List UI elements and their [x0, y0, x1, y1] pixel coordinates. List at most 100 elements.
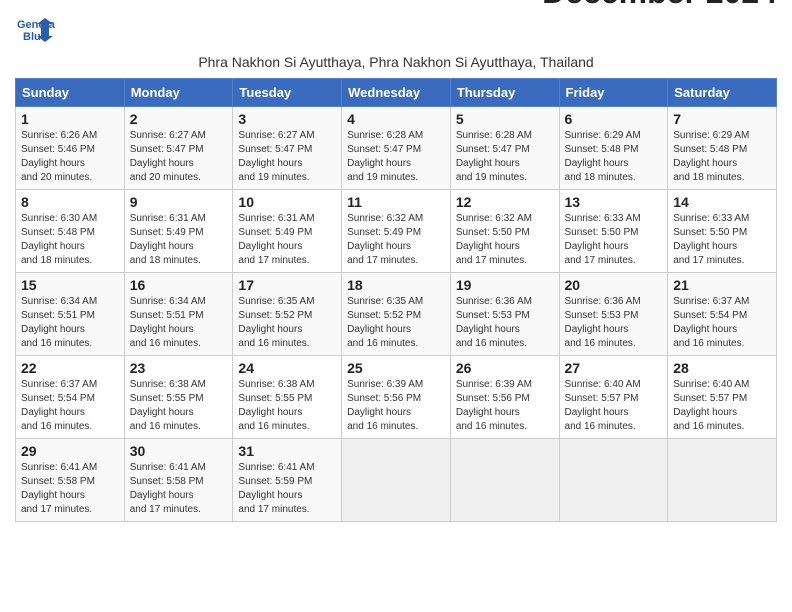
logo-icon: General Blue [15, 10, 55, 50]
day-info: Sunrise: 6:28 AM Sunset: 5:47 PM Dayligh… [347, 129, 445, 185]
day-info: Sunrise: 6:39 AM Sunset: 5:56 PM Dayligh… [456, 378, 554, 434]
day-info: Sunrise: 6:35 AM Sunset: 5:52 PM Dayligh… [347, 295, 445, 351]
day-info: Sunrise: 6:38 AM Sunset: 5:55 PM Dayligh… [130, 378, 228, 434]
calendar-cell: 7 Sunrise: 6:29 AM Sunset: 5:48 PM Dayli… [668, 107, 777, 190]
day-info: Sunrise: 6:37 AM Sunset: 5:54 PM Dayligh… [21, 378, 119, 434]
day-info: Sunrise: 6:26 AM Sunset: 5:46 PM Dayligh… [21, 129, 119, 185]
day-number: 19 [456, 277, 554, 293]
calendar-cell: 18 Sunrise: 6:35 AM Sunset: 5:52 PM Dayl… [342, 273, 451, 356]
day-info: Sunrise: 6:41 AM Sunset: 5:59 PM Dayligh… [238, 461, 336, 517]
day-number: 25 [347, 360, 445, 376]
calendar-cell: 28 Sunrise: 6:40 AM Sunset: 5:57 PM Dayl… [668, 356, 777, 439]
weekday-header-saturday: Saturday [668, 79, 777, 107]
calendar-cell: 3 Sunrise: 6:27 AM Sunset: 5:47 PM Dayli… [233, 107, 342, 190]
calendar-cell: 19 Sunrise: 6:36 AM Sunset: 5:53 PM Dayl… [450, 273, 559, 356]
day-info: Sunrise: 6:36 AM Sunset: 5:53 PM Dayligh… [456, 295, 554, 351]
day-number: 6 [565, 111, 663, 127]
day-info: Sunrise: 6:33 AM Sunset: 5:50 PM Dayligh… [673, 212, 771, 268]
day-number: 30 [130, 443, 228, 459]
day-number: 23 [130, 360, 228, 376]
weekday-header-friday: Friday [559, 79, 668, 107]
day-number: 7 [673, 111, 771, 127]
calendar-cell: 24 Sunrise: 6:38 AM Sunset: 5:55 PM Dayl… [233, 356, 342, 439]
day-number: 4 [347, 111, 445, 127]
day-number: 15 [21, 277, 119, 293]
day-info: Sunrise: 6:28 AM Sunset: 5:47 PM Dayligh… [456, 129, 554, 185]
calendar-week-row: 1 Sunrise: 6:26 AM Sunset: 5:46 PM Dayli… [16, 107, 777, 190]
day-info: Sunrise: 6:31 AM Sunset: 5:49 PM Dayligh… [130, 212, 228, 268]
day-info: Sunrise: 6:30 AM Sunset: 5:48 PM Dayligh… [21, 212, 119, 268]
calendar-cell: 5 Sunrise: 6:28 AM Sunset: 5:47 PM Dayli… [450, 107, 559, 190]
calendar-cell [342, 439, 451, 522]
day-info: Sunrise: 6:40 AM Sunset: 5:57 PM Dayligh… [565, 378, 663, 434]
day-number: 2 [130, 111, 228, 127]
day-number: 18 [347, 277, 445, 293]
calendar-cell: 2 Sunrise: 6:27 AM Sunset: 5:47 PM Dayli… [124, 107, 233, 190]
day-number: 14 [673, 194, 771, 210]
header: General Blue December 2024 [15, 10, 777, 50]
calendar-cell: 25 Sunrise: 6:39 AM Sunset: 5:56 PM Dayl… [342, 356, 451, 439]
day-info: Sunrise: 6:31 AM Sunset: 5:49 PM Dayligh… [238, 212, 336, 268]
calendar-cell: 9 Sunrise: 6:31 AM Sunset: 5:49 PM Dayli… [124, 190, 233, 273]
day-number: 29 [21, 443, 119, 459]
day-info: Sunrise: 6:29 AM Sunset: 5:48 PM Dayligh… [565, 129, 663, 185]
calendar-cell: 10 Sunrise: 6:31 AM Sunset: 5:49 PM Dayl… [233, 190, 342, 273]
calendar-table: SundayMondayTuesdayWednesdayThursdayFrid… [15, 78, 777, 522]
calendar-cell: 20 Sunrise: 6:36 AM Sunset: 5:53 PM Dayl… [559, 273, 668, 356]
calendar-cell: 23 Sunrise: 6:38 AM Sunset: 5:55 PM Dayl… [124, 356, 233, 439]
svg-text:General: General [17, 19, 55, 31]
weekday-header-monday: Monday [124, 79, 233, 107]
calendar-week-row: 22 Sunrise: 6:37 AM Sunset: 5:54 PM Dayl… [16, 356, 777, 439]
day-number: 17 [238, 277, 336, 293]
weekday-header-tuesday: Tuesday [233, 79, 342, 107]
day-info: Sunrise: 6:32 AM Sunset: 5:50 PM Dayligh… [456, 212, 554, 268]
day-info: Sunrise: 6:35 AM Sunset: 5:52 PM Dayligh… [238, 295, 336, 351]
day-info: Sunrise: 6:41 AM Sunset: 5:58 PM Dayligh… [130, 461, 228, 517]
calendar-cell: 16 Sunrise: 6:34 AM Sunset: 5:51 PM Dayl… [124, 273, 233, 356]
day-info: Sunrise: 6:32 AM Sunset: 5:49 PM Dayligh… [347, 212, 445, 268]
day-number: 27 [565, 360, 663, 376]
day-info: Sunrise: 6:34 AM Sunset: 5:51 PM Dayligh… [130, 295, 228, 351]
calendar-cell: 26 Sunrise: 6:39 AM Sunset: 5:56 PM Dayl… [450, 356, 559, 439]
calendar-cell: 29 Sunrise: 6:41 AM Sunset: 5:58 PM Dayl… [16, 439, 125, 522]
location-title: Phra Nakhon Si Ayutthaya, Phra Nakhon Si… [15, 54, 777, 70]
day-number: 24 [238, 360, 336, 376]
calendar-cell: 27 Sunrise: 6:40 AM Sunset: 5:57 PM Dayl… [559, 356, 668, 439]
calendar-cell [668, 439, 777, 522]
day-number: 10 [238, 194, 336, 210]
day-number: 31 [238, 443, 336, 459]
calendar-cell: 31 Sunrise: 6:41 AM Sunset: 5:59 PM Dayl… [233, 439, 342, 522]
calendar-cell: 30 Sunrise: 6:41 AM Sunset: 5:58 PM Dayl… [124, 439, 233, 522]
day-info: Sunrise: 6:40 AM Sunset: 5:57 PM Dayligh… [673, 378, 771, 434]
calendar-cell [450, 439, 559, 522]
calendar-cell: 13 Sunrise: 6:33 AM Sunset: 5:50 PM Dayl… [559, 190, 668, 273]
calendar-week-row: 15 Sunrise: 6:34 AM Sunset: 5:51 PM Dayl… [16, 273, 777, 356]
day-info: Sunrise: 6:29 AM Sunset: 5:48 PM Dayligh… [673, 129, 771, 185]
day-number: 5 [456, 111, 554, 127]
calendar-week-row: 29 Sunrise: 6:41 AM Sunset: 5:58 PM Dayl… [16, 439, 777, 522]
day-number: 8 [21, 194, 119, 210]
day-number: 9 [130, 194, 228, 210]
weekday-header-thursday: Thursday [450, 79, 559, 107]
day-number: 22 [21, 360, 119, 376]
day-info: Sunrise: 6:36 AM Sunset: 5:53 PM Dayligh… [565, 295, 663, 351]
day-info: Sunrise: 6:34 AM Sunset: 5:51 PM Dayligh… [21, 295, 119, 351]
calendar-cell: 17 Sunrise: 6:35 AM Sunset: 5:52 PM Dayl… [233, 273, 342, 356]
calendar-cell: 15 Sunrise: 6:34 AM Sunset: 5:51 PM Dayl… [16, 273, 125, 356]
day-number: 12 [456, 194, 554, 210]
day-number: 26 [456, 360, 554, 376]
calendar-cell: 22 Sunrise: 6:37 AM Sunset: 5:54 PM Dayl… [16, 356, 125, 439]
calendar-cell: 14 Sunrise: 6:33 AM Sunset: 5:50 PM Dayl… [668, 190, 777, 273]
weekday-header-wednesday: Wednesday [342, 79, 451, 107]
calendar-cell: 12 Sunrise: 6:32 AM Sunset: 5:50 PM Dayl… [450, 190, 559, 273]
day-info: Sunrise: 6:37 AM Sunset: 5:54 PM Dayligh… [673, 295, 771, 351]
calendar-week-row: 8 Sunrise: 6:30 AM Sunset: 5:48 PM Dayli… [16, 190, 777, 273]
day-number: 1 [21, 111, 119, 127]
day-number: 20 [565, 277, 663, 293]
day-number: 11 [347, 194, 445, 210]
month-title: December 2024 [542, 0, 777, 11]
day-info: Sunrise: 6:27 AM Sunset: 5:47 PM Dayligh… [130, 129, 228, 185]
calendar-cell: 21 Sunrise: 6:37 AM Sunset: 5:54 PM Dayl… [668, 273, 777, 356]
day-number: 16 [130, 277, 228, 293]
logo: General Blue [15, 10, 55, 50]
